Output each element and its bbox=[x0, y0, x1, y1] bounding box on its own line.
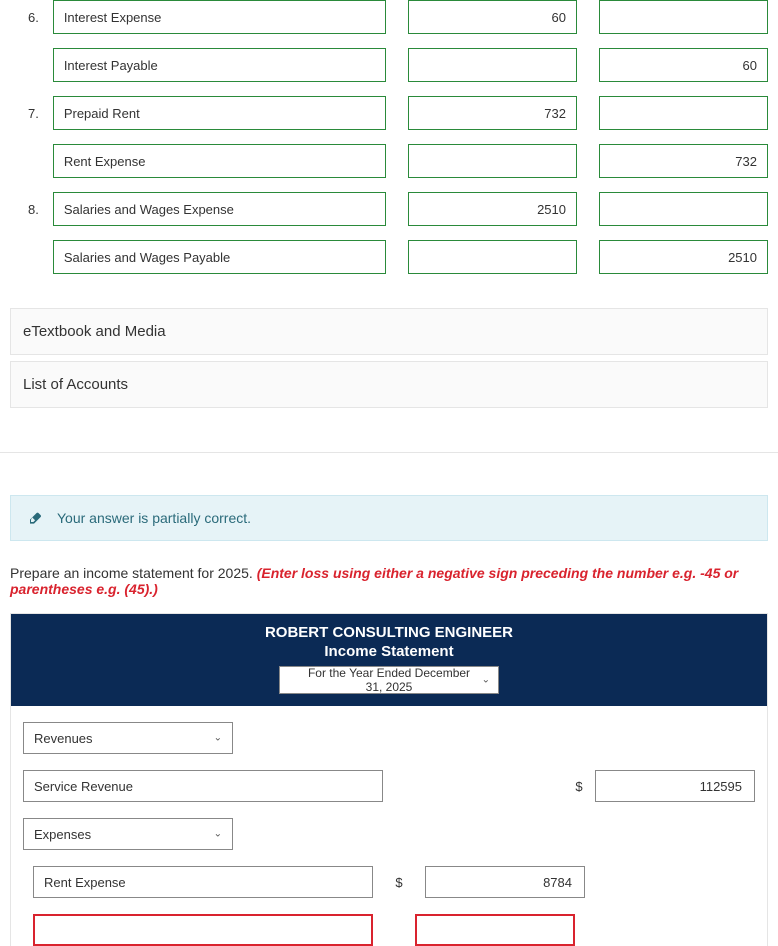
instruction-text: Prepare an income statement for 2025. (E… bbox=[10, 565, 778, 597]
statement-body: Revenues ⌄ Service Revenue $ 112595 Expe… bbox=[11, 706, 767, 946]
dollar-sign: $ bbox=[569, 779, 589, 794]
credit-input[interactable]: 2510 bbox=[599, 240, 768, 274]
credit-input[interactable]: 732 bbox=[599, 144, 768, 178]
etextbook-and-media-bar[interactable]: eTextbook and Media bbox=[10, 308, 768, 355]
journal-row: 7.Prepaid Rent 732 bbox=[10, 96, 768, 130]
entry-number: 7. bbox=[10, 106, 53, 121]
list-of-accounts-bar[interactable]: List of Accounts bbox=[10, 361, 768, 408]
credit-input[interactable] bbox=[599, 0, 768, 34]
journal-entries-table: 6.Interest Expense 60 Interest Payable 60 7.… bbox=[0, 0, 778, 308]
amount-input-service-revenue[interactable]: 112595 bbox=[595, 770, 755, 802]
category-select-revenues[interactable]: Revenues ⌄ bbox=[23, 722, 233, 754]
period-select-value: For the Year Ended December 31, 2025 bbox=[300, 666, 478, 694]
chevron-down-icon: ⌄ bbox=[482, 675, 490, 686]
chevron-down-icon: ⌄ bbox=[214, 733, 222, 744]
journal-row: 6.Interest Expense 60 bbox=[10, 0, 768, 34]
line-item-value: Service Revenue bbox=[34, 779, 133, 794]
amount-value: 112595 bbox=[700, 779, 742, 794]
feedback-banner: Your answer is partially correct. bbox=[10, 495, 768, 541]
account-select[interactable]: Interest Payable bbox=[53, 48, 386, 82]
journal-row: Rent Expense 732 bbox=[10, 144, 768, 178]
debit-input[interactable] bbox=[408, 144, 577, 178]
debit-input[interactable] bbox=[408, 48, 577, 82]
amount-input-empty-error[interactable] bbox=[415, 914, 575, 946]
credit-input[interactable] bbox=[599, 192, 768, 226]
dollar-sign: $ bbox=[389, 875, 409, 890]
journal-row: Interest Payable 60 bbox=[10, 48, 768, 82]
debit-input[interactable]: 2510 bbox=[408, 192, 577, 226]
line-item-value: Rent Expense bbox=[44, 875, 126, 890]
category-select-value: Revenues bbox=[34, 731, 93, 746]
line-item-input-empty-error[interactable] bbox=[33, 914, 373, 946]
category-select-expenses[interactable]: Expenses ⌄ bbox=[23, 818, 233, 850]
feedback-text: Your answer is partially correct. bbox=[57, 510, 251, 526]
account-select[interactable]: Salaries and Wages Payable bbox=[53, 240, 386, 274]
period-select[interactable]: For the Year Ended December 31, 2025 ⌄ bbox=[279, 666, 499, 694]
account-select[interactable]: Rent Expense bbox=[53, 144, 386, 178]
entry-number: 8. bbox=[10, 202, 53, 217]
debit-input[interactable]: 732 bbox=[408, 96, 577, 130]
entry-number: 6. bbox=[10, 10, 53, 25]
account-select[interactable]: Prepaid Rent bbox=[53, 96, 386, 130]
amount-input-rent-expense[interactable]: 8784 bbox=[425, 866, 585, 898]
company-name: ROBERT CONSULTING ENGINEER bbox=[11, 624, 767, 641]
account-select[interactable]: Salaries and Wages Expense bbox=[53, 192, 386, 226]
income-statement-panel: ROBERT CONSULTING ENGINEER Income Statem… bbox=[10, 613, 768, 946]
account-select[interactable]: Interest Expense bbox=[53, 0, 386, 34]
eraser-icon bbox=[27, 510, 43, 526]
instruction-plain: Prepare an income statement for 2025. bbox=[10, 565, 257, 581]
divider bbox=[0, 452, 778, 453]
debit-input[interactable] bbox=[408, 240, 577, 274]
debit-input[interactable]: 60 bbox=[408, 0, 577, 34]
journal-row: 8.Salaries and Wages Expense 2510 bbox=[10, 192, 768, 226]
category-select-value: Expenses bbox=[34, 827, 91, 842]
line-item-service-revenue[interactable]: Service Revenue bbox=[23, 770, 383, 802]
statement-header: ROBERT CONSULTING ENGINEER Income Statem… bbox=[11, 614, 767, 706]
journal-row: Salaries and Wages Payable 2510 bbox=[10, 240, 768, 274]
amount-value: 8784 bbox=[543, 875, 572, 890]
statement-title: Income Statement bbox=[11, 643, 767, 660]
credit-input[interactable]: 60 bbox=[599, 48, 768, 82]
credit-input[interactable] bbox=[599, 96, 768, 130]
chevron-down-icon: ⌄ bbox=[214, 829, 222, 840]
line-item-rent-expense[interactable]: Rent Expense bbox=[33, 866, 373, 898]
